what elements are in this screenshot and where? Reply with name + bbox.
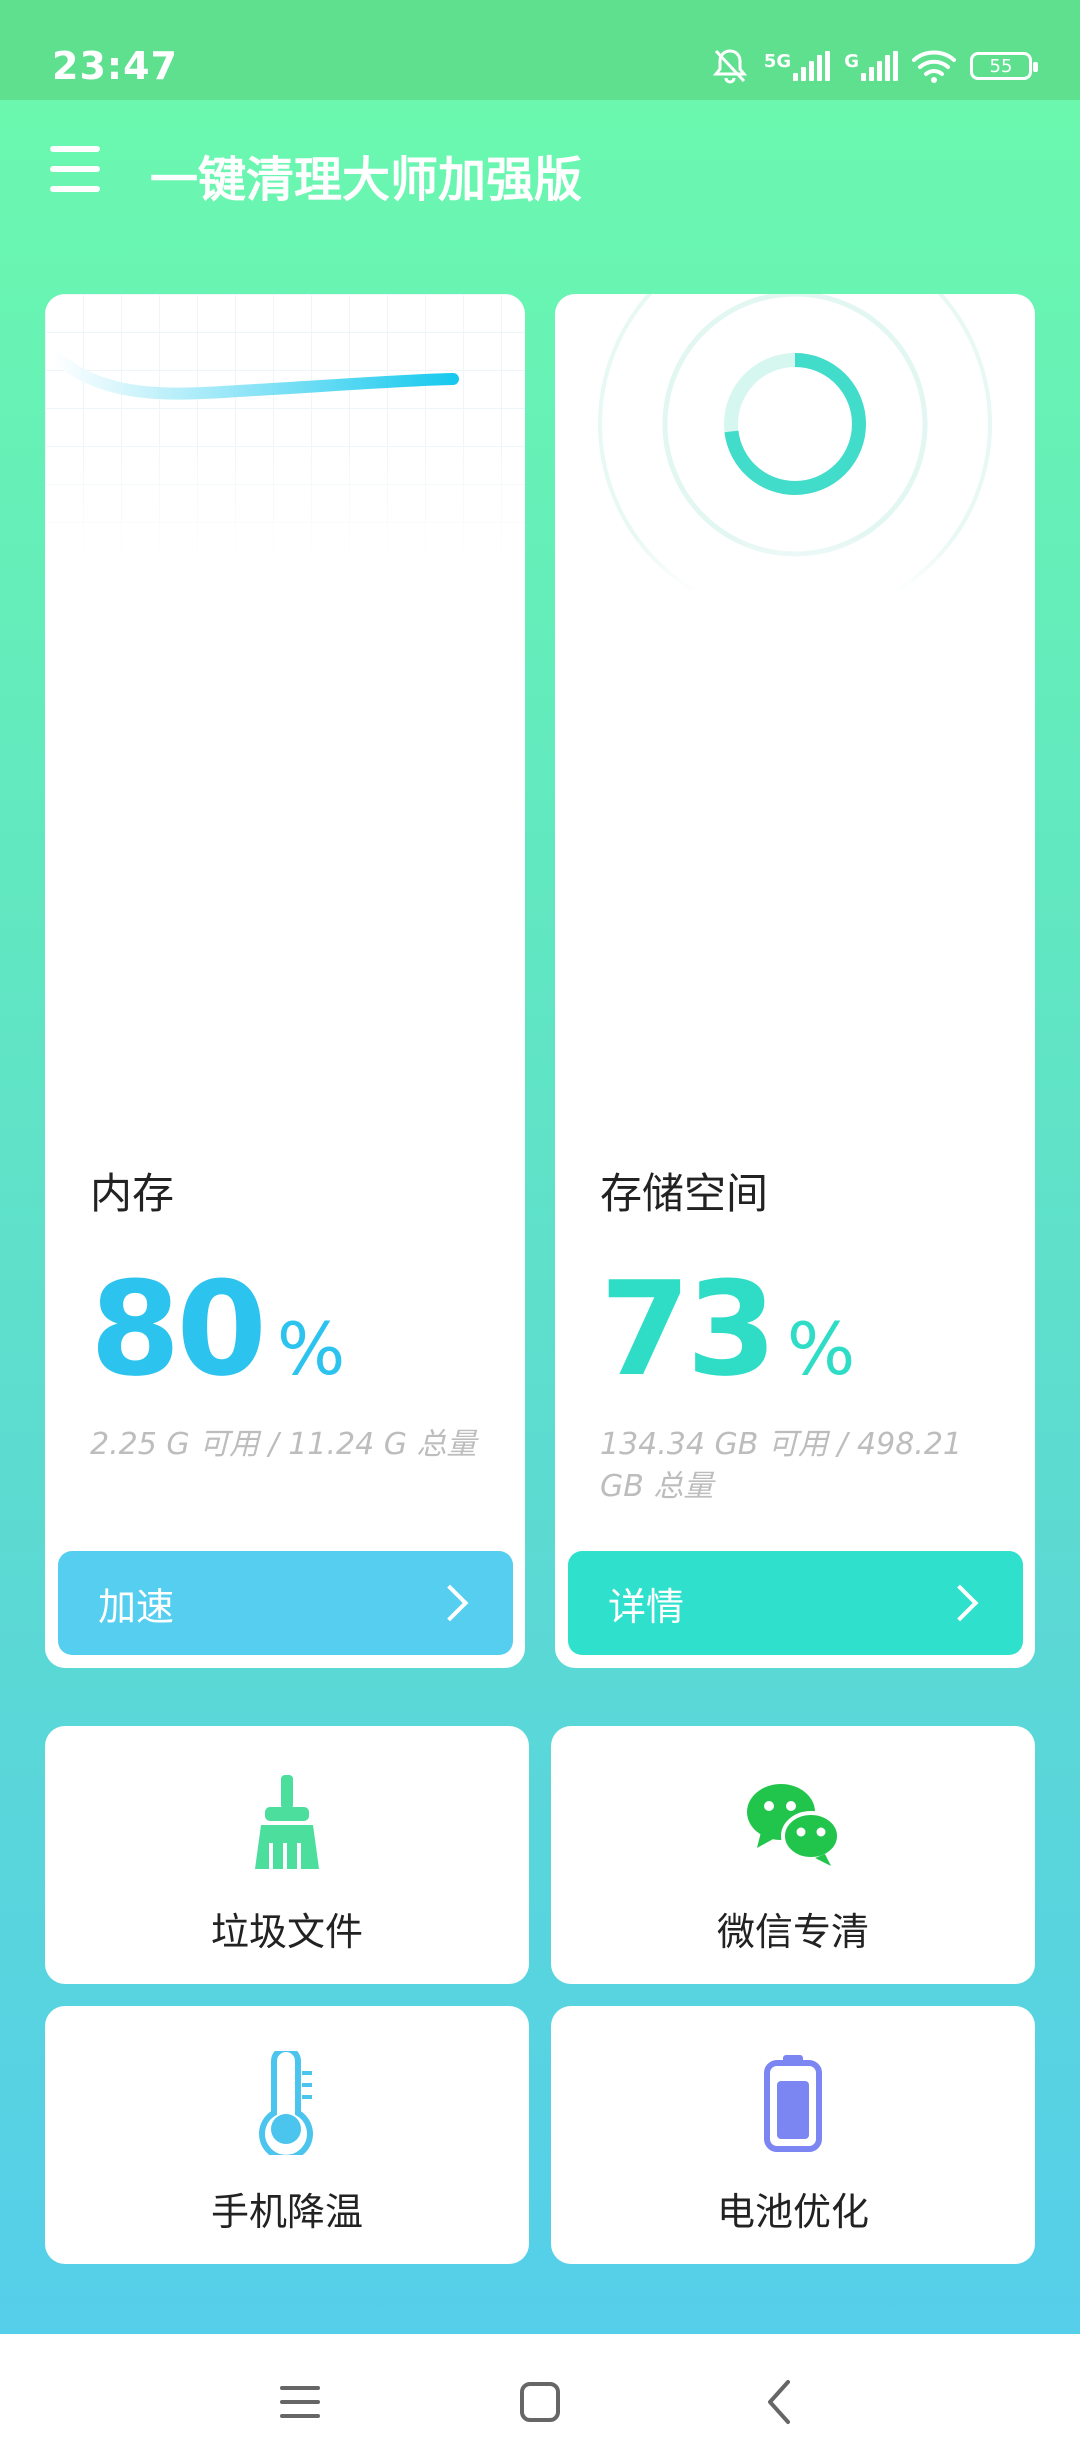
speed-up-button[interactable]: 加速 — [58, 1551, 513, 1655]
memory-percent-sign: % — [276, 1307, 346, 1391]
storage-percent-value: 73 — [600, 1253, 777, 1405]
app-title: 一键清理大师加强版 — [150, 152, 583, 208]
details-button-label: 详情 — [608, 1584, 685, 1629]
chevron-right-icon — [941, 1584, 979, 1622]
signal-icon — [793, 51, 831, 81]
hamburger-menu-icon[interactable] — [50, 146, 100, 192]
memory-label: 内存 — [90, 1169, 175, 1218]
wechat-clean-tile[interactable]: 微信专清 — [551, 1726, 1035, 1984]
storage-label: 存储空间 — [600, 1169, 769, 1218]
system-nav-bar — [0, 2334, 1080, 2460]
network-type-2: G — [844, 51, 859, 72]
memory-wave-graphic — [45, 294, 525, 594]
junk-files-tile[interactable]: 垃圾文件 — [45, 1726, 529, 1984]
phone-cooling-label: 手机降温 — [210, 2190, 363, 2234]
home-icon[interactable] — [500, 2362, 580, 2442]
details-button[interactable]: 详情 — [568, 1551, 1023, 1655]
memory-percent: 80 % — [90, 1264, 345, 1394]
network-type-1: 5G — [763, 51, 792, 72]
recent-apps-icon[interactable] — [260, 2362, 340, 2442]
phone-cooling-tile[interactable]: 手机降温 — [45, 2006, 529, 2264]
junk-files-label: 垃圾文件 — [210, 1910, 363, 1954]
speed-up-button-label: 加速 — [98, 1584, 175, 1629]
storage-detail: 134.34 GB 可用 / 498.21 GB 总量 — [600, 1427, 963, 1504]
memory-card: 内存 80 % 2.25 G 可用 / 11.24 G 总量 加速 — [45, 294, 525, 1668]
wechat-icon — [738, 1768, 848, 1878]
storage-percent: 73 % — [600, 1264, 855, 1394]
back-icon[interactable] — [740, 2362, 820, 2442]
status-bar: 23:47 5G G 55 — [0, 0, 1080, 100]
memory-percent-value: 80 — [90, 1253, 267, 1405]
battery-optimize-label: 电池优化 — [716, 2190, 869, 2234]
app-bar: 一键清理大师加强版 — [0, 100, 1080, 240]
battery-level: 55 — [989, 55, 1013, 77]
signal-icon — [861, 51, 898, 81]
memory-detail: 2.25 G 可用 / 11.24 G 总量 — [90, 1427, 477, 1462]
thermometer-icon — [232, 2048, 342, 2158]
signal-1: 5G — [763, 51, 831, 81]
storage-percent-sign: % — [786, 1307, 856, 1391]
wifi-icon — [912, 50, 956, 83]
signal-2: G — [844, 51, 898, 81]
wechat-clean-label: 微信专清 — [716, 1910, 869, 1954]
status-icons: 5G G 55 — [710, 44, 1038, 88]
status-time: 23:47 — [52, 44, 178, 88]
battery-icon — [738, 2048, 848, 2158]
battery-icon: 55 — [970, 52, 1038, 80]
broom-icon — [232, 1768, 342, 1878]
storage-ring-graphic — [555, 294, 1035, 594]
battery-optimize-tile[interactable]: 电池优化 — [551, 2006, 1035, 2264]
bell-mute-icon — [712, 49, 748, 84]
chevron-right-icon — [431, 1584, 469, 1622]
storage-card: 存储空间 73 % 134.34 GB 可用 / 498.21 GB 总量 详情 — [555, 294, 1035, 1668]
